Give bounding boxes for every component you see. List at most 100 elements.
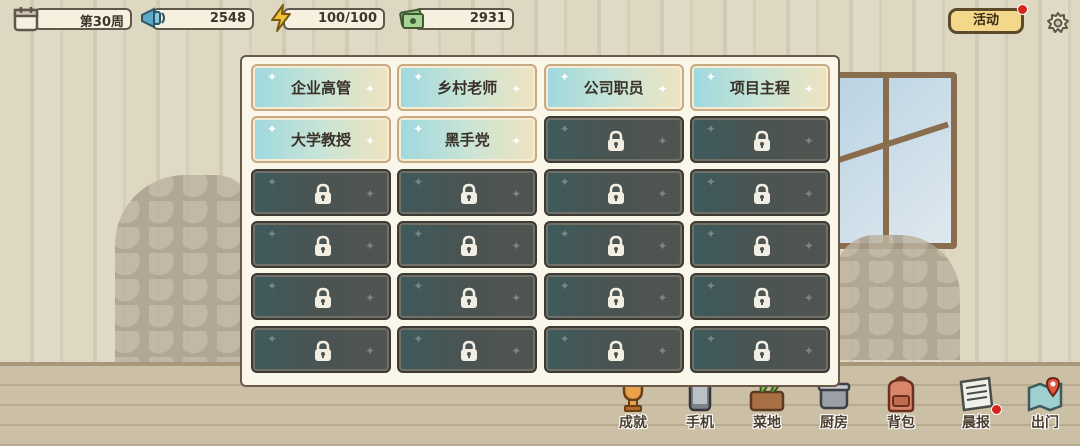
lock-icon <box>458 183 480 209</box>
broken-wall-stones-right <box>835 235 960 360</box>
nav-label: 出门 <box>1031 415 1059 431</box>
job-card-locked[interactable]: ✦ ✦ <box>397 325 538 373</box>
week-counter: 第30周 <box>34 8 132 30</box>
sparkle-icon: ✦ <box>267 331 278 346</box>
sparkle-icon: ✦ <box>705 122 716 137</box>
job-card-locked[interactable]: ✦ ✦ <box>397 273 538 321</box>
sparkle-icon: ✦ <box>705 279 716 294</box>
lock-icon <box>605 130 627 156</box>
job-card[interactable]: ✦ ✦ 企业高管 <box>251 64 391 111</box>
job-card-locked[interactable]: ✦ ✦ <box>251 273 391 321</box>
lock-icon <box>751 183 773 209</box>
sparkle-icon: ✦ <box>364 343 375 358</box>
sparkle-icon: ✦ <box>705 174 716 189</box>
energy-counter: 100/100 <box>283 8 385 30</box>
lightning-icon <box>266 3 296 33</box>
newspaper-notification-dot <box>991 404 1002 415</box>
nav-label: 手机 <box>686 415 714 431</box>
events-notification-dot <box>1017 4 1028 15</box>
backpack-icon <box>887 376 915 413</box>
cash-icon <box>396 4 426 34</box>
job-name: 公司职员 <box>583 79 644 97</box>
sparkle-icon: ✦ <box>364 186 375 201</box>
sparkle-icon: ✦ <box>413 331 424 346</box>
sparkle-icon: ✦ <box>364 291 375 306</box>
lock-icon <box>751 130 773 156</box>
sparkle-icon: ✦ <box>267 226 278 241</box>
sparkle-icon: ✦ <box>803 343 814 358</box>
job-card-locked[interactable]: ✦ ✦ <box>251 325 391 373</box>
lock-icon <box>605 287 627 313</box>
events-button[interactable]: 活动 <box>948 8 1024 34</box>
week-label: 第30周 <box>79 15 124 30</box>
sparkle-icon: ✦ <box>657 343 668 358</box>
sparkle-icon: ✦ <box>559 279 570 294</box>
fame-value: 2548 <box>209 11 246 26</box>
lock-icon <box>458 235 480 261</box>
nav-backpack[interactable]: 背包 <box>872 374 930 438</box>
nav-go-out[interactable]: 出门 <box>1016 374 1074 438</box>
job-name: 乡村老师 <box>437 79 498 97</box>
sparkle-icon: ✦ <box>803 291 814 306</box>
gear-icon[interactable] <box>1046 11 1070 39</box>
job-card-locked[interactable]: ✦ ✦ <box>543 220 684 268</box>
job-card-locked[interactable]: ✦ ✦ <box>543 273 684 321</box>
job-card-locked[interactable]: ✦ ✦ <box>251 220 391 268</box>
nav-label: 背包 <box>887 415 915 431</box>
sparkle-icon: ✦ <box>267 279 278 294</box>
lock-icon <box>312 183 334 209</box>
map-pin-icon <box>1027 376 1063 412</box>
lock-icon <box>312 235 334 261</box>
lock-icon <box>751 235 773 261</box>
nav-label: 成就 <box>619 415 647 431</box>
sparkle-icon: ✦ <box>559 174 570 189</box>
megaphone-icon <box>138 3 168 33</box>
job-card[interactable]: ✦ ✦ 乡村老师 <box>397 64 538 111</box>
job-card[interactable]: ✦ ✦ 黑手党 <box>397 116 538 164</box>
sparkle-icon: ✦ <box>705 226 716 241</box>
job-card-locked[interactable]: ✦ ✦ <box>689 220 830 268</box>
job-card[interactable]: ✦ ✦ 项目主程 <box>689 64 830 111</box>
job-card-locked[interactable]: ✦ ✦ <box>689 168 830 216</box>
sparkle-icon: ✦ <box>657 186 668 201</box>
job-name: 大学教授 <box>290 131 351 150</box>
job-card[interactable]: ✦ ✦ 大学教授 <box>251 116 391 164</box>
sparkle-icon: ✦ <box>413 174 424 189</box>
sparkle-icon: ✦ <box>511 238 522 253</box>
job-card-locked[interactable]: ✦ ✦ <box>543 325 684 373</box>
job-selection-panel[interactable]: ✦ ✦ 企业高管 ✦ ✦ 乡村老师 ✦ ✦ 公司职员 ✦ ✦ 项目主程 ✦ ✦ 大学教授 ✦ ✦ 黑手党 ✦ ✦ ✦ ✦ ✦… <box>240 55 840 387</box>
sparkle-icon: ✦ <box>657 291 668 306</box>
lock-icon <box>751 287 773 313</box>
sparkle-icon: ✦ <box>705 331 716 346</box>
job-card-locked[interactable]: ✦ ✦ <box>543 168 684 216</box>
sparkle-icon: ✦ <box>657 134 668 149</box>
lock-icon <box>458 287 480 313</box>
job-name: 项目主程 <box>729 79 790 97</box>
job-card-locked[interactable]: ✦ ✦ <box>689 325 830 373</box>
sparkle-icon: ✦ <box>803 134 814 149</box>
broken-window <box>825 72 957 249</box>
sparkle-icon: ✦ <box>413 279 424 294</box>
job-card-locked[interactable]: ✦ ✦ <box>543 116 684 164</box>
job-card[interactable]: ✦ ✦ 公司职员 <box>543 64 684 111</box>
job-card-locked[interactable]: ✦ ✦ <box>689 116 830 164</box>
nav-label: 厨房 <box>820 415 848 431</box>
sparkle-icon: ✦ <box>364 238 375 253</box>
sparkle-icon: ✦ <box>803 186 814 201</box>
sparkle-icon: ✦ <box>413 226 424 241</box>
lock-icon <box>312 287 334 313</box>
job-card-locked[interactable]: ✦ ✦ <box>397 168 538 216</box>
lock-icon <box>751 340 773 366</box>
events-button-label: 活动 <box>972 13 999 28</box>
lock-icon <box>605 235 627 261</box>
sparkle-icon: ✦ <box>511 186 522 201</box>
job-card-locked[interactable]: ✦ ✦ <box>397 220 538 268</box>
sparkle-icon: ✦ <box>803 238 814 253</box>
sparkle-icon: ✦ <box>511 291 522 306</box>
job-name: 黑手党 <box>444 131 490 150</box>
nav-label: 菜地 <box>753 415 781 431</box>
sparkle-icon: ✦ <box>559 226 570 241</box>
broken-wall-stones-left <box>115 175 255 365</box>
job-card-locked[interactable]: ✦ ✦ <box>689 273 830 321</box>
job-card-locked[interactable]: ✦ ✦ <box>251 168 391 216</box>
